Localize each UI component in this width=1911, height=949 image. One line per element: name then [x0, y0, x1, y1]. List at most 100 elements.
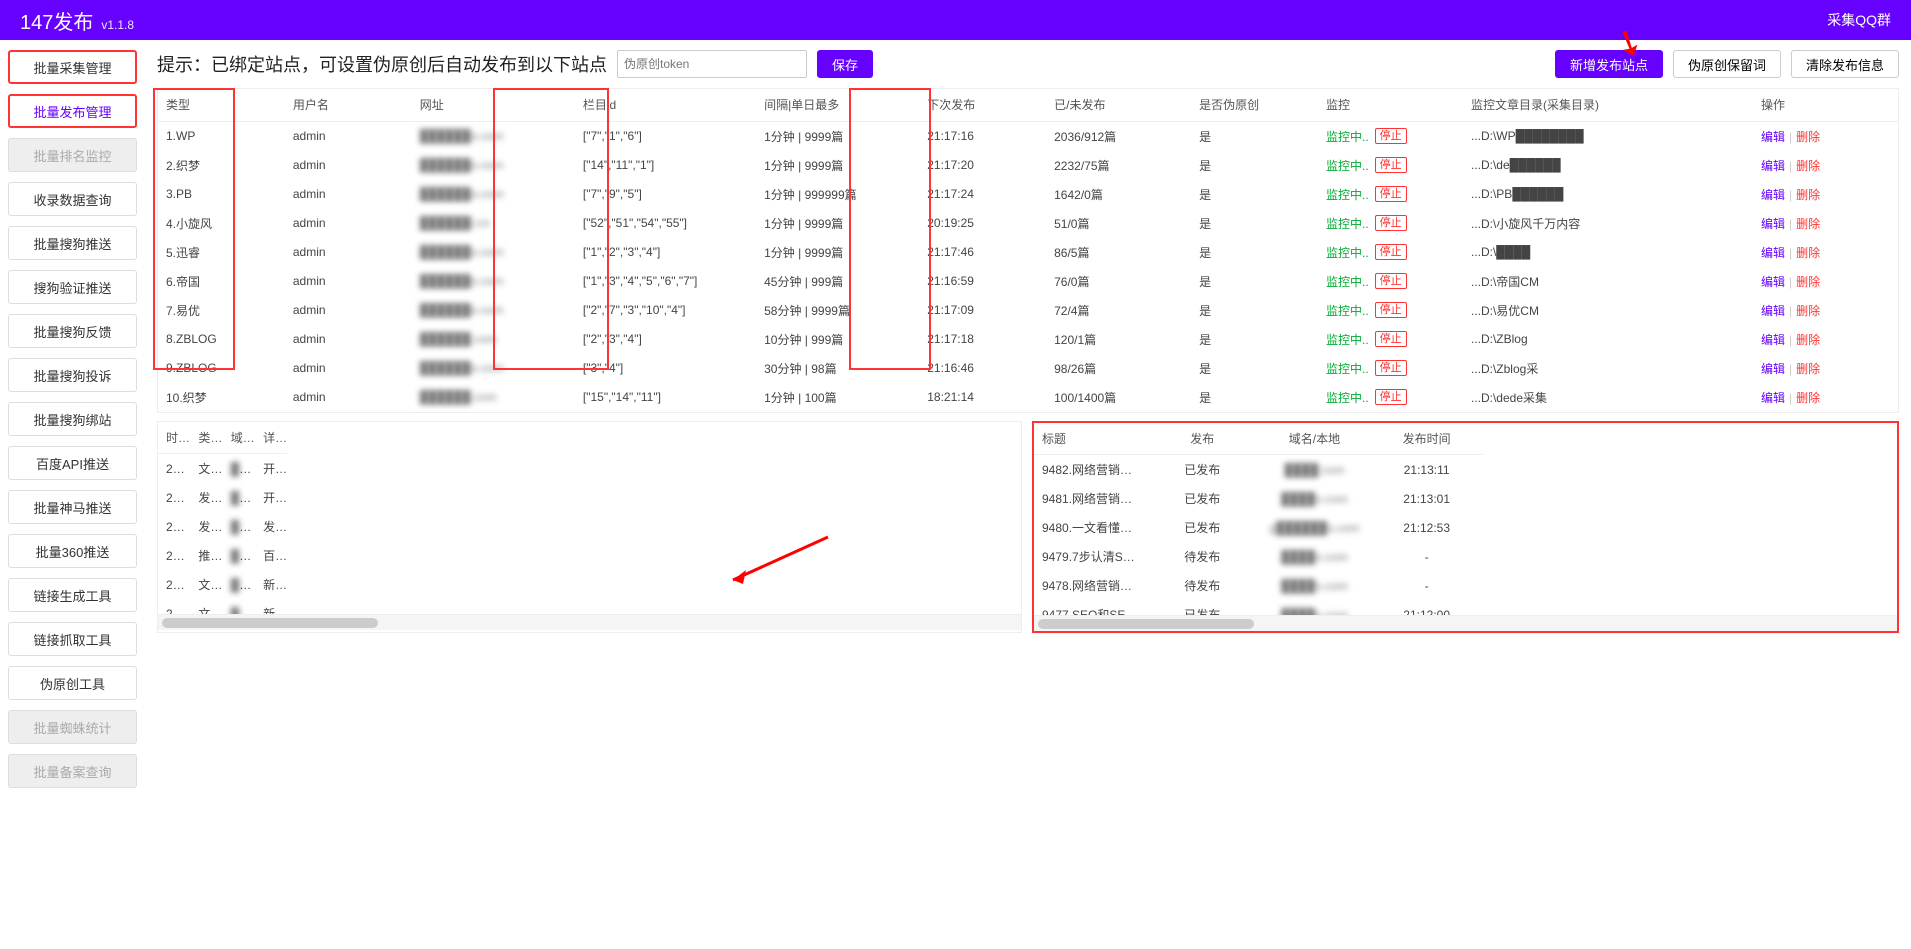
cell: ██████.com [412, 383, 575, 412]
cell: 21:17:20 [919, 151, 1046, 180]
cell: 10.织梦 [158, 383, 285, 412]
sidebar-item-1[interactable]: 批量发布管理 [8, 94, 137, 128]
stop-button[interactable]: 停止 [1375, 389, 1407, 405]
cell: 98/26篇 [1046, 354, 1191, 383]
cell: 9481.网络营销与网络营销的差别米拓采集伪原创 [1034, 484, 1146, 513]
stop-button[interactable]: 停止 [1375, 360, 1407, 376]
cell: 51/0篇 [1046, 209, 1191, 238]
cell: 发布操作 [190, 483, 222, 512]
edit-link[interactable]: 编辑 [1761, 362, 1785, 376]
edit-link[interactable]: 编辑 [1761, 275, 1785, 289]
sidebar-item-14[interactable]: 伪原创工具 [8, 666, 137, 700]
delete-link[interactable]: 删除 [1796, 362, 1820, 376]
cell: 发布成功:phpcmscmsv9采集爬虫████████ [255, 512, 287, 541]
cell: ["1","3","4","5","6","7"] [575, 267, 756, 296]
cell: 3.PB [158, 180, 285, 209]
add-site-button[interactable]: 新增发布站点 [1555, 50, 1663, 78]
cell: 72/4篇 [1046, 296, 1191, 325]
cell: 编辑|删除 [1753, 180, 1898, 209]
cell: 1分钟 | 100篇 [756, 383, 919, 412]
token-input[interactable] [617, 50, 807, 78]
delete-link[interactable]: 删除 [1796, 391, 1820, 405]
edit-link[interactable]: 编辑 [1761, 333, 1785, 347]
clear-info-button[interactable]: 清除发布信息 [1791, 50, 1899, 78]
delete-link[interactable]: 删除 [1796, 275, 1820, 289]
edit-link[interactable]: 编辑 [1761, 246, 1785, 260]
scrollbar[interactable] [158, 614, 1021, 630]
cell: - [1371, 571, 1483, 600]
sidebar-item-4[interactable]: 批量搜狗推送 [8, 226, 137, 260]
keep-words-button[interactable]: 伪原创保留词 [1673, 50, 1781, 78]
cell: 是 [1191, 238, 1318, 267]
col-header: 发布 [1146, 423, 1258, 455]
delete-link[interactable]: 删除 [1796, 246, 1820, 260]
stop-button[interactable]: 停止 [1375, 273, 1407, 289]
save-button[interactable]: 保存 [817, 50, 873, 78]
col-header: 操作 [1753, 89, 1898, 121]
cell: ██████o.com [412, 238, 575, 267]
cell: 1分钟 | 9999篇 [756, 151, 919, 180]
cell: 监控中..停止 [1318, 121, 1463, 151]
cell: 编辑|删除 [1753, 383, 1898, 412]
stop-button[interactable]: 停止 [1375, 331, 1407, 347]
cell: admin [285, 296, 412, 325]
stop-button[interactable]: 停止 [1375, 215, 1407, 231]
stop-button[interactable]: 停止 [1375, 186, 1407, 202]
stop-button[interactable]: 停止 [1375, 244, 1407, 260]
list-item: 9481.网络营销与网络营销的差别米拓采集伪原创已发布████o.com21:1… [1034, 484, 1483, 513]
sidebar-item-13[interactable]: 链接抓取工具 [8, 622, 137, 656]
delete-link[interactable]: 删除 [1796, 333, 1820, 347]
sidebar-item-6[interactable]: 批量搜狗反馈 [8, 314, 137, 348]
cell: 待发布 [1146, 571, 1258, 600]
domain-blurred: ██████.com [420, 390, 497, 404]
sidebar-item-7[interactable]: 批量搜狗投诉 [8, 358, 137, 392]
stop-button[interactable]: 停止 [1375, 157, 1407, 173]
sidebar-item-11[interactable]: 批量360推送 [8, 534, 137, 568]
sidebar-item-12[interactable]: 链接生成工具 [8, 578, 137, 612]
cell: 21:17:16 [919, 121, 1046, 151]
list-item: 21:27:50文件操作████i.com新增:网站优化一般多少钱.txt [158, 570, 287, 599]
cell: ██████o.com [412, 121, 575, 151]
edit-link[interactable]: 编辑 [1761, 391, 1785, 405]
edit-link[interactable]: 编辑 [1761, 159, 1785, 173]
col-header: 间隔|单日最多 [756, 89, 919, 121]
sidebar-item-10[interactable]: 批量神马推送 [8, 490, 137, 524]
monitor-status: 监控中.. [1326, 360, 1369, 377]
cell: ██████o.com [412, 267, 575, 296]
tip-text: 提示：已绑定站点，可设置伪原创后自动发布到以下站点 [157, 51, 607, 77]
edit-link[interactable]: 编辑 [1761, 130, 1785, 144]
monitor-status: 监控中.. [1326, 157, 1369, 174]
cell: ██████o.com [412, 354, 575, 383]
col-header: 监控文章目录(采集目录) [1463, 89, 1753, 121]
sidebar-item-16: 批量备案查询 [8, 754, 137, 788]
domain-blurred: ██████o.com [420, 245, 504, 259]
cell: 21:27:50 [158, 570, 190, 599]
cell: 9482.网络营销与网络营销有番公室别_迅睿采集系统 [1034, 455, 1146, 484]
list-item: 21:27:57发布操作████m.com开始发布:网站优化一般多少钱 [158, 483, 287, 512]
stop-button[interactable]: 停止 [1375, 128, 1407, 144]
sidebar-item-5[interactable]: 搜狗验证推送 [8, 270, 137, 304]
cell: ["3","4"] [575, 354, 756, 383]
cell: 是 [1191, 325, 1318, 354]
sidebar-item-8[interactable]: 批量搜狗绑站 [8, 402, 137, 436]
col-header: 域名/本地 [1258, 423, 1370, 455]
cell: 30分钟 | 98篇 [756, 354, 919, 383]
qq-group-link[interactable]: 采集QQ群 [1827, 10, 1891, 30]
sidebar-item-0[interactable]: 批量采集管理 [8, 50, 137, 84]
edit-link[interactable]: 编辑 [1761, 188, 1785, 202]
cell: 监控中.. 停止 [1318, 151, 1463, 180]
delete-link[interactable]: 删除 [1796, 188, 1820, 202]
delete-link[interactable]: 删除 [1796, 304, 1820, 318]
cell: 监控中..停止 [1318, 325, 1463, 354]
sidebar-item-9[interactable]: 百度API推送 [8, 446, 137, 480]
delete-link[interactable]: 删除 [1796, 130, 1820, 144]
delete-link[interactable]: 删除 [1796, 217, 1820, 231]
scrollbar[interactable] [1034, 615, 1897, 631]
delete-link[interactable]: 删除 [1796, 159, 1820, 173]
edit-link[interactable]: 编辑 [1761, 217, 1785, 231]
monitor-status: 监控中.. [1326, 186, 1369, 203]
edit-link[interactable]: 编辑 [1761, 304, 1785, 318]
stop-button[interactable]: 停止 [1375, 302, 1407, 318]
cell: 6.帝国 [158, 267, 285, 296]
sidebar-item-3[interactable]: 收录数据查询 [8, 182, 137, 216]
